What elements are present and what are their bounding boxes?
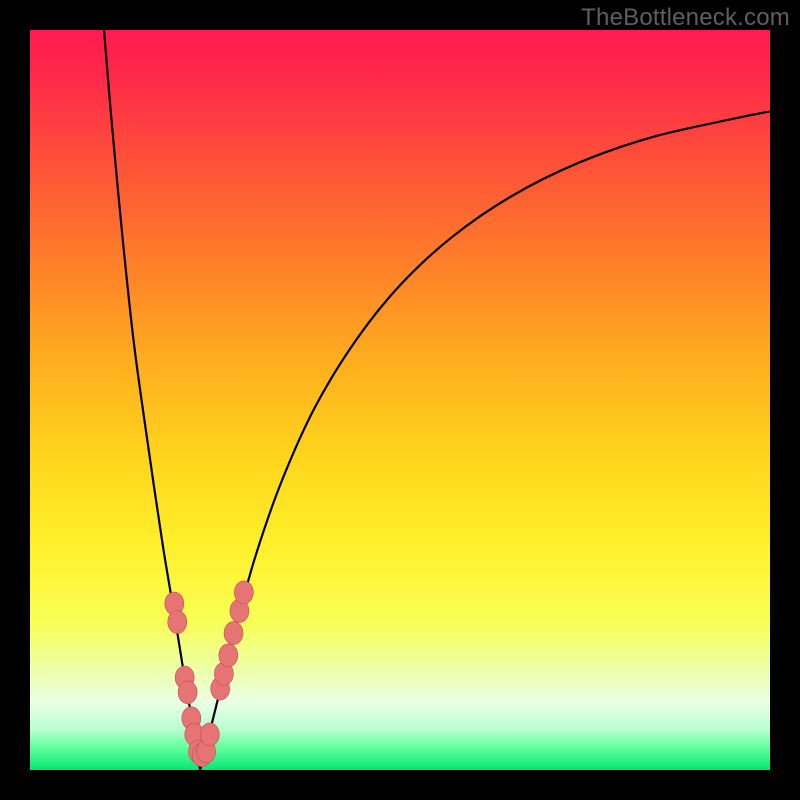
data-point-marker [224,622,243,645]
data-point-marker [178,681,197,704]
data-point-marker [168,611,187,634]
data-point-marker [234,581,253,604]
watermark-text: TheBottleneck.com [581,4,790,32]
data-point-marker [200,723,219,746]
chart-plot-area [30,30,770,770]
data-point-marker [219,644,238,667]
chart-frame: TheBottleneck.com [0,0,800,800]
